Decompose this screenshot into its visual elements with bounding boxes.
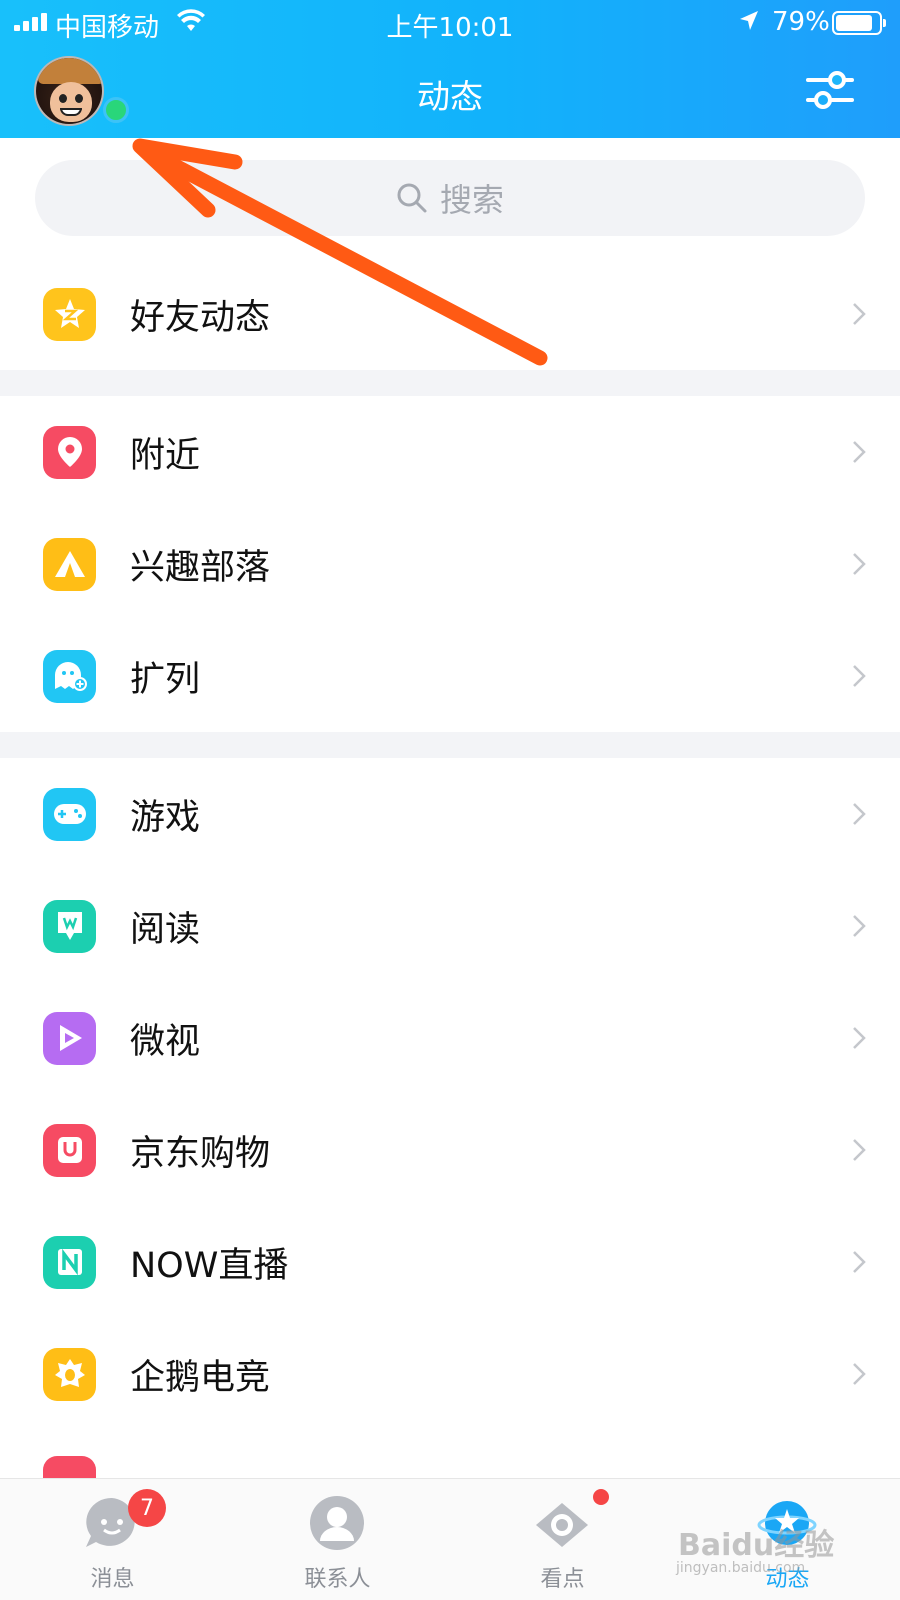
eye-icon: [536, 1503, 588, 1547]
feature-menu: 好友动态 附近 兴趣部落 扩列 游戏 阅读 微视 京东购物 NOW直播 企鹅电竞: [0, 258, 900, 1509]
search-bar[interactable]: 搜索: [35, 160, 865, 236]
menu-item-label: 兴趣部落: [130, 547, 271, 588]
tab-messages[interactable]: 7 消息: [0, 1479, 225, 1600]
menu-item-jd-shopping[interactable]: 京东购物: [0, 1094, 900, 1206]
chevron-right-icon: [853, 1251, 866, 1273]
menu-item-label: 游戏: [130, 797, 201, 838]
search-placeholder: 搜索: [439, 181, 504, 219]
notification-dot: [593, 1489, 609, 1505]
menu-group-friends: 好友动态: [0, 258, 900, 370]
menu-item-expand-list[interactable]: 扩列: [0, 620, 900, 732]
chevron-right-icon: [853, 803, 866, 825]
esports-badge-icon: [43, 1347, 96, 1401]
search-icon: [397, 183, 427, 213]
contact-person-icon: [310, 1496, 364, 1550]
unread-badge: 7: [128, 1489, 166, 1527]
chevron-right-icon: [853, 441, 866, 463]
gamepad-icon: [43, 787, 96, 841]
chevron-right-icon: [853, 1027, 866, 1049]
menu-item-label: 扩列: [130, 659, 201, 700]
tab-label: 联系人: [304, 1567, 371, 1592]
baidu-watermark: Baidu经验: [678, 1528, 835, 1563]
tent-icon: [43, 537, 96, 591]
chevron-right-icon: [853, 1363, 866, 1385]
menu-item-nearby[interactable]: 附近: [0, 396, 900, 508]
filter-settings-icon[interactable]: [806, 68, 854, 112]
tab-label: 看点: [540, 1567, 585, 1592]
tab-contacts[interactable]: 联系人: [225, 1479, 450, 1600]
battery-icon: [832, 11, 886, 35]
menu-item-label: 京东购物: [130, 1133, 271, 1174]
location-arrow-icon: [740, 11, 758, 30]
now-live-icon: [43, 1235, 96, 1289]
menu-item-interest-tribe[interactable]: 兴趣部落: [0, 508, 900, 620]
chevron-right-icon: [853, 1139, 866, 1161]
status-time: 上午10:01: [386, 13, 514, 43]
menu-group-social: 附近 兴趣部落 扩列: [0, 396, 900, 732]
menu-item-label: 企鹅电竞: [130, 1357, 271, 1398]
add-friend-icon: [43, 649, 96, 703]
chevron-right-icon: [853, 665, 866, 687]
menu-item-label: 微视: [130, 1021, 201, 1062]
menu-item-weishi[interactable]: 微视: [0, 982, 900, 1094]
page-title: 动态: [417, 77, 483, 116]
menu-item-label: 阅读: [130, 909, 201, 950]
menu-item-now-live[interactable]: NOW直播: [0, 1206, 900, 1318]
status-bar: 中国移动 上午10:01 79%: [0, 0, 900, 46]
chevron-right-icon: [853, 915, 866, 937]
menu-item-games[interactable]: 游戏: [0, 758, 900, 870]
tab-kandian[interactable]: 看点: [450, 1479, 675, 1600]
menu-item-penguin-esports[interactable]: 企鹅电竞: [0, 1318, 900, 1430]
menu-group-services: 游戏 阅读 微视 京东购物 NOW直播 企鹅电竞: [0, 758, 900, 1509]
location-pin-icon: [43, 425, 96, 479]
play-icon: [43, 1011, 96, 1065]
menu-item-label: 好友动态: [130, 297, 271, 338]
section-divider: [0, 732, 900, 758]
chevron-right-icon: [853, 553, 866, 575]
battery-percent: 79%: [772, 7, 830, 37]
top-header: 中国移动 上午10:01 79% 动态: [0, 0, 900, 138]
tab-label: 消息: [90, 1567, 135, 1592]
section-divider: [0, 370, 900, 396]
menu-item-label: 附近: [130, 435, 201, 476]
menu-item-reading[interactable]: 阅读: [0, 870, 900, 982]
shopping-bag-icon: [43, 1123, 96, 1177]
menu-item-friend-feed[interactable]: 好友动态: [0, 258, 900, 370]
chevron-right-icon: [853, 303, 866, 325]
qzone-star-icon: [43, 287, 96, 341]
bookmark-icon: [43, 899, 96, 953]
menu-item-label: NOW直播: [130, 1245, 289, 1286]
baidu-watermark-url: jingyan.baidu.com: [676, 1560, 806, 1576]
